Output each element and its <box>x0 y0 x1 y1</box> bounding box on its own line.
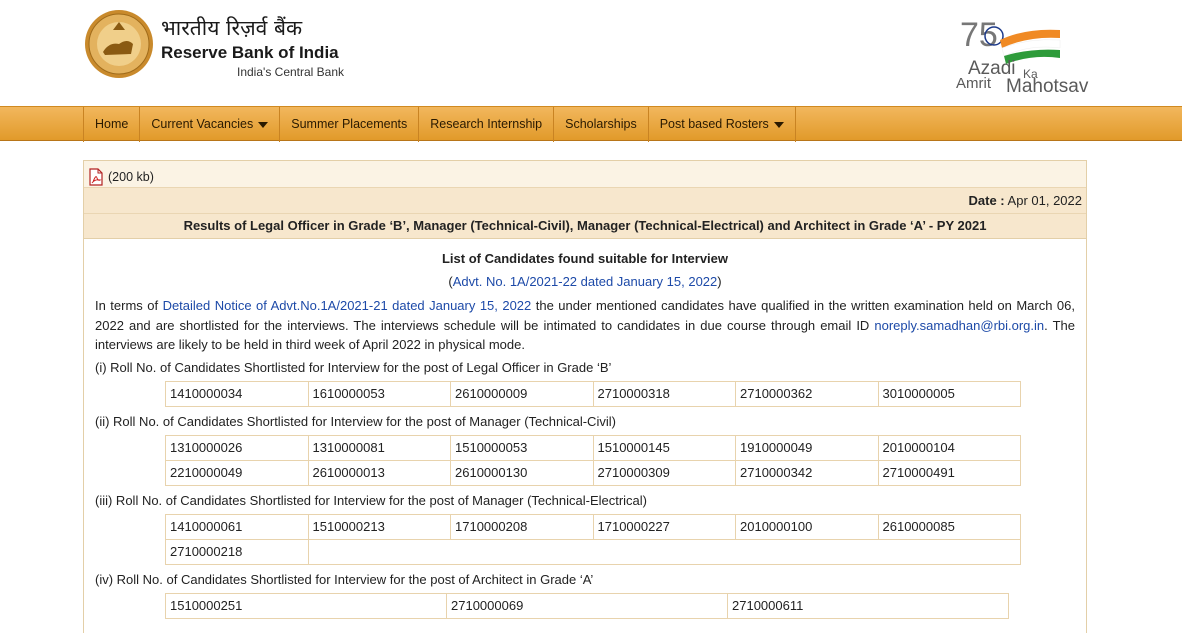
nav-item-label: Research Internship <box>430 117 543 131</box>
nav-item-label: Current Vacancies <box>151 117 254 131</box>
date-row: Date : Apr 01, 2022 <box>84 187 1086 213</box>
table-row: 1510000251 2710000069 2710000611 <box>165 592 1009 619</box>
roll-number-cell: 2010000104 <box>877 434 1021 461</box>
roll-number-table: 1310000026 1310000081 1510000053 1510000145… <box>165 434 1021 486</box>
pdf-download-row: (200 kb) <box>84 161 1086 187</box>
roll-number-cell: 1510000251 <box>165 592 447 619</box>
roll-number-cell: 1510000053 <box>450 434 594 461</box>
brand-hindi-name: भारतीय रिज़र्व बैंक <box>161 16 303 40</box>
roll-number-cell: 1910000049 <box>735 434 879 461</box>
results-panel: (200 kb) Date : Apr 01, 2022 Results of … <box>83 160 1087 633</box>
detailed-notice-link[interactable]: Detailed Notice of Advt.No.1A/2021-21 da… <box>163 298 532 313</box>
roll-number-cell: 2210000049 <box>165 459 309 486</box>
table-row: 2710000218 <box>165 538 1021 565</box>
roll-number-table: 1510000251 2710000069 2710000611 <box>165 592 1009 619</box>
rbi-seal-icon[interactable] <box>83 8 155 80</box>
table-row: 1310000026 1310000081 1510000053 1510000145… <box>165 434 1021 461</box>
nav-item-research-internship[interactable]: Research Internship <box>419 107 555 142</box>
nav-item-label: Summer Placements <box>291 117 408 131</box>
roll-number-cell: 3010000005 <box>877 380 1021 407</box>
nav-item-home[interactable]: Home <box>84 107 141 142</box>
roll-number-cell: 2710000309 <box>592 459 736 486</box>
roll-number-cell: 1510000145 <box>592 434 736 461</box>
roll-number-cell: 2710000318 <box>592 380 736 407</box>
azadi-number: 75 <box>960 16 998 54</box>
nav-item-label: Home <box>95 117 129 131</box>
roll-number-cell: 2710000069 <box>446 592 728 619</box>
list-title: List of Candidates found suitable for In… <box>441 251 729 266</box>
advt-close-paren: ) <box>717 274 722 289</box>
roll-number-cell: 2710000218 <box>165 538 309 565</box>
roll-number-cell: 2610000130 <box>450 459 594 486</box>
azadi-ka-amrit-mahotsav-logo: 75 Azadi Ka Amrit Mahotsav <box>956 16 1089 97</box>
roll-number-cell: 2010000100 <box>735 513 879 540</box>
site-header: भारतीय रिज़र्व बैंक Reserve Bank of Indi… <box>0 0 1182 106</box>
intro-paragraph: In terms of Detailed Notice of Advt.No.1… <box>95 296 1075 355</box>
section-title: (ii) Roll No. of Candidates Shortlisted … <box>95 413 616 429</box>
roll-number-cell: 2710000342 <box>735 459 879 486</box>
date-label: Date : <box>968 193 1005 208</box>
table-row: 1410000061 1510000213 1710000208 1710000227… <box>165 513 1021 540</box>
caret-down-icon <box>773 121 784 128</box>
date-value: Apr 01, 2022 <box>1007 193 1082 208</box>
roll-number-cell: 1510000213 <box>307 513 451 540</box>
roll-number-cell: 1410000034 <box>165 380 309 407</box>
roll-sections: (i) Roll No. of Candidates Shortlisted f… <box>95 358 1075 619</box>
pdf-icon[interactable] <box>88 167 104 186</box>
roll-number-cell: 2710000491 <box>877 459 1021 486</box>
brand-english-name: Reserve Bank of India <box>161 43 339 62</box>
roll-number-cell: 1710000227 <box>592 513 736 540</box>
nav-item-post-based-rosters[interactable]: Post based Rosters <box>649 107 796 142</box>
nav-item-scholarships[interactable]: Scholarships <box>554 107 649 142</box>
roll-number-cell: 1310000026 <box>165 434 309 461</box>
table-row: 2210000049 2610000013 2610000130 2710000309… <box>165 459 1021 486</box>
nav-item-current-vacancies[interactable]: Current Vacancies <box>140 107 281 142</box>
section-title: (iv) Roll No. of Candidates Shortlisted … <box>95 571 594 587</box>
roll-number-cell: 2610000085 <box>877 513 1021 540</box>
empty-cell <box>307 538 1021 565</box>
nav-item-summer-placements[interactable]: Summer Placements <box>280 107 420 142</box>
advt-link[interactable]: Advt. No. 1A/2021-22 dated January 15, 2… <box>453 274 718 289</box>
roll-number-cell: 1410000061 <box>165 513 309 540</box>
main-navigation: Home Current Vacancies Summer Placements Re… <box>0 106 1182 142</box>
nav-item-label: Scholarships <box>565 117 637 131</box>
results-body: List of Candidates found suitable for In… <box>84 251 1086 619</box>
table-row: 1410000034 1610000053 2610000009 2710000318… <box>165 380 1021 407</box>
brand-tagline: India's Central Bank <box>237 65 345 79</box>
nav-item-label: Post based Rosters <box>659 117 769 131</box>
roll-number-table: 1410000061 1510000213 1710000208 1710000227… <box>165 513 1021 565</box>
roll-number-cell: 2710000611 <box>727 592 1009 619</box>
section-title: (iii) Roll No. of Candidates Shortlisted… <box>95 492 648 508</box>
advt-line: (Advt. No. 1A/2021-22 dated January 15, … <box>95 274 1075 290</box>
para-text-pre: In terms of <box>95 298 163 313</box>
roll-number-cell: 2610000009 <box>450 380 594 407</box>
roll-number-cell: 1610000053 <box>307 380 451 407</box>
azadi-amrit-text: Amrit <box>956 75 992 92</box>
caret-down-icon <box>258 121 269 128</box>
roll-number-table: 1410000034 1610000053 2610000009 2710000318… <box>165 380 1021 407</box>
roll-number-cell: 1310000081 <box>307 434 451 461</box>
nav-list: Home Current Vacancies Summer Placements Re… <box>83 107 796 142</box>
results-title: Results of Legal Officer in Grade ‘B’, M… <box>84 213 1086 239</box>
email-link[interactable]: noreply.samadhan@rbi.org.in <box>874 318 1044 333</box>
azadi-mahotsav-text: Mahotsav <box>1006 76 1089 97</box>
pdf-size[interactable]: (200 kb) <box>108 170 154 184</box>
roll-number-cell: 1710000208 <box>450 513 594 540</box>
brand: भारतीय रिज़र्व बैंक Reserve Bank of Indi… <box>161 14 344 80</box>
section-title: (i) Roll No. of Candidates Shortlisted f… <box>95 359 612 375</box>
roll-number-cell: 2710000362 <box>735 380 879 407</box>
roll-number-cell: 2610000013 <box>307 459 451 486</box>
